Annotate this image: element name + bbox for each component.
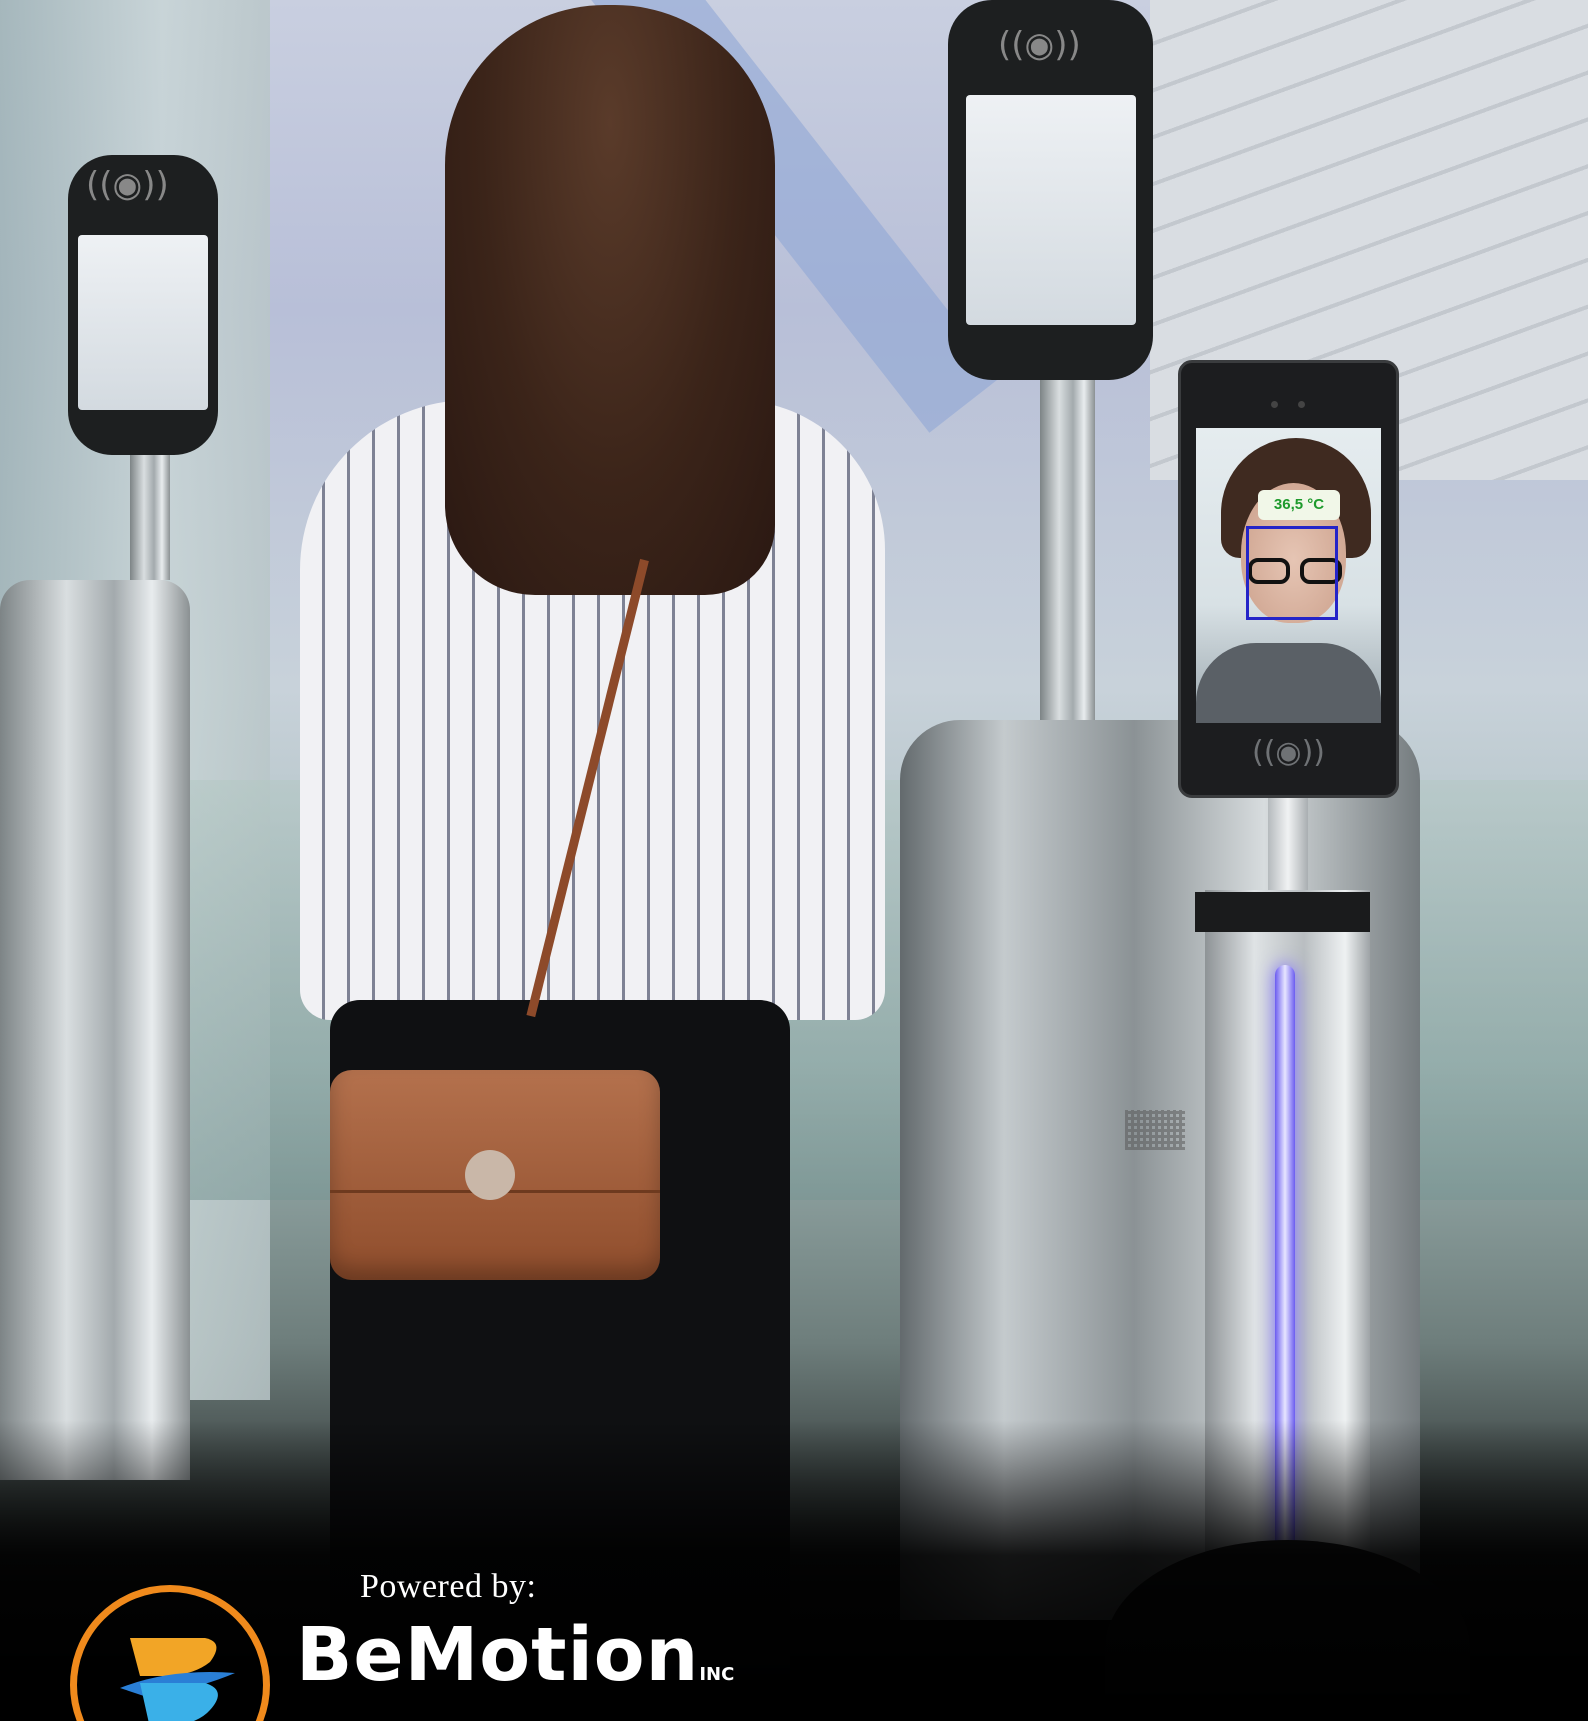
camera-icon <box>1263 401 1313 409</box>
nfc-icon: ((◉)) <box>86 165 169 205</box>
center-kiosk-screen <box>966 95 1136 325</box>
powered-by-label: Powered by: <box>360 1568 537 1605</box>
left-kiosk-screen <box>78 235 208 410</box>
brand-name: BeMotion <box>296 1612 700 1698</box>
brand-suffix: INC <box>699 1664 735 1685</box>
kiosk-neck <box>1268 790 1308 900</box>
kiosk-stand-cap <box>1195 892 1370 932</box>
center-gate-kiosk: ((◉)) <box>948 0 1153 380</box>
shoulders <box>1196 643 1381 723</box>
face-detection-box <box>1246 526 1338 620</box>
brown-crossbody-bag <box>330 1070 660 1280</box>
temperature-badge: 36,5 °C <box>1258 490 1340 520</box>
center-kiosk-pole <box>1040 380 1095 740</box>
scanner-display: 36,5 °C <box>1196 428 1381 723</box>
brand-wordmark: BeMotionINC <box>296 1618 734 1692</box>
bemotion-logo-icon <box>120 1638 235 1721</box>
speaker-grille <box>1125 1110 1185 1150</box>
nfc-icon: ((◉)) <box>998 25 1081 65</box>
thermal-scanner-tablet: 36,5 °C ((◉)) <box>1178 360 1399 798</box>
nfc-icon: ((◉)) <box>1252 735 1325 770</box>
left-gate-kiosk: ((◉)) <box>68 155 218 455</box>
bag-clasp <box>465 1150 515 1200</box>
woman-hair <box>445 5 775 595</box>
photo-scene: ((◉)) ((◉)) 36,5 °C ((◉)) Powered by: Be… <box>0 0 1588 1721</box>
left-gate-pillar <box>0 580 190 1480</box>
